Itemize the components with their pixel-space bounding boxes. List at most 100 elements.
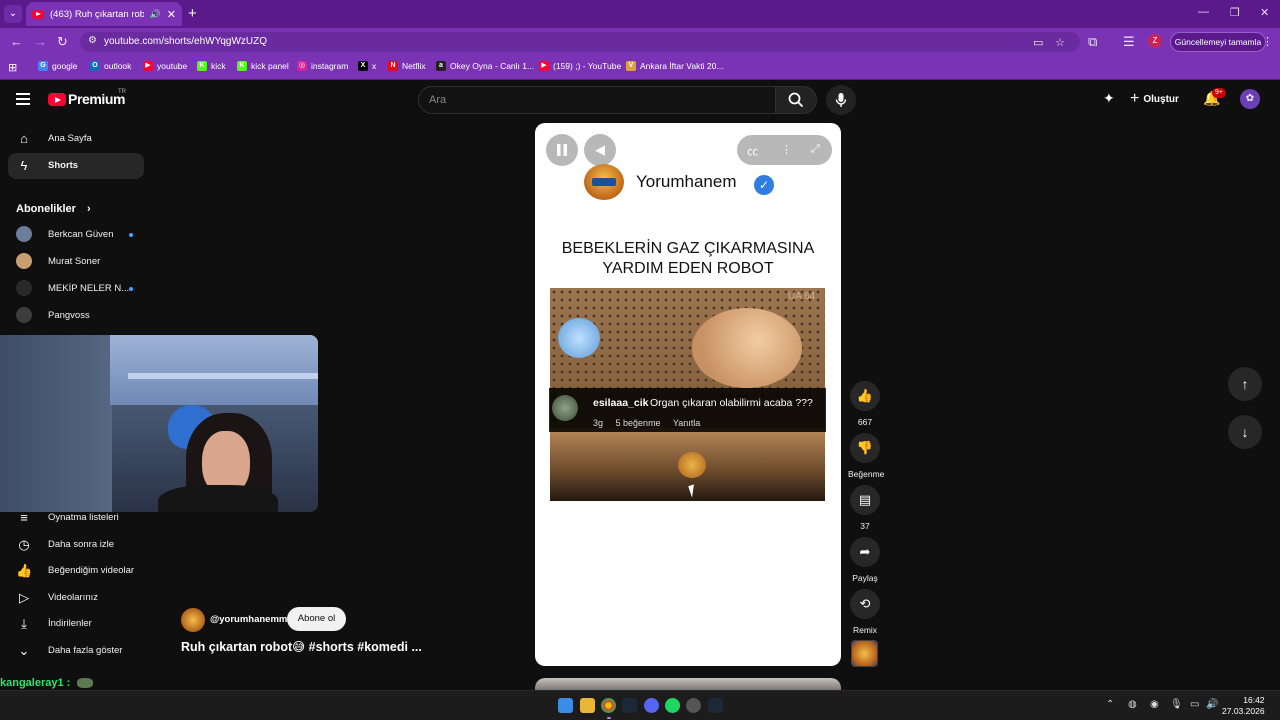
cast-icon[interactable]: ▭ xyxy=(1033,36,1043,49)
restore-icon[interactable]: ❐ xyxy=(1230,6,1240,19)
share-label: Paylaş xyxy=(852,573,878,583)
tab-search-button[interactable]: ⌄ xyxy=(4,5,22,23)
remix-action[interactable]: ⟲ Remix xyxy=(848,589,882,635)
search-placeholder: Ara xyxy=(429,94,447,106)
remix-icon[interactable]: ⟲ xyxy=(850,589,880,619)
video-title[interactable]: Ruh çıkartan robot😅 #shorts #komedi ... xyxy=(181,639,422,654)
previous-short-button[interactable]: ↑ xyxy=(1228,367,1262,401)
bookmark-favicon-icon: V xyxy=(626,61,636,71)
close-window-icon[interactable]: ✕ xyxy=(1260,6,1269,19)
search-input[interactable]: Ara xyxy=(418,86,776,114)
next-short-button[interactable]: ↓ xyxy=(1228,415,1262,449)
site-info-icon[interactable]: ⚙ xyxy=(88,35,97,46)
bookmark-item[interactable]: Ggoogle xyxy=(38,61,78,71)
sidebar-item[interactable]: 👍 Beğendiğim videolar xyxy=(8,558,144,584)
sidebar-item-home[interactable]: ⌂ Ana Sayfa xyxy=(8,126,144,152)
account-avatar[interactable]: ✿ xyxy=(1240,89,1260,109)
video-icon: ▷ xyxy=(19,589,29,605)
sidebar-subscription-item[interactable]: MEKİP NELER N... xyxy=(8,276,144,302)
reply-link[interactable]: Yanıtla xyxy=(673,418,700,428)
sidebar-item[interactable]: ⤓ İndirilenler xyxy=(8,611,144,637)
back-icon[interactable]: ← xyxy=(10,34,23,50)
speaker-icon[interactable]: 🔊 xyxy=(150,9,161,20)
sidebar-subscription-item[interactable]: Berkcan Güven xyxy=(8,222,144,248)
bookmark-item[interactable]: ▶ youtube xyxy=(143,61,187,71)
omnibox[interactable]: ⚙ youtube.com/shorts/ehWYqgWzUZQ ▭ ☆ xyxy=(80,32,1080,52)
share-icon[interactable]: ➦ xyxy=(850,537,880,567)
thumb-up-icon[interactable]: 👍 xyxy=(850,381,880,411)
channel-handle[interactable]: @yorumhanemm xyxy=(210,614,287,625)
system-clock[interactable]: 16:42 27.03.2026 xyxy=(1222,695,1265,717)
steam-icon[interactable] xyxy=(622,698,637,713)
bookmark-item[interactable]: Ooutlook xyxy=(90,61,131,71)
sidebar-subscription-item[interactable]: Murat Soner xyxy=(8,249,144,275)
next-short-preview[interactable] xyxy=(535,678,841,690)
subscribe-button[interactable]: Abone ol xyxy=(287,607,346,631)
apps-grid-icon[interactable]: ⊞ xyxy=(8,61,17,74)
sidebar-item[interactable]: ◷ Daha sonra izle xyxy=(8,532,144,558)
obs-icon[interactable] xyxy=(686,698,701,713)
sidebar-subscription-item[interactable]: Pangvoss xyxy=(8,303,144,329)
home-icon: ⌂ xyxy=(20,131,28,146)
reload-icon[interactable]: ↻ xyxy=(57,34,68,50)
search-button[interactable] xyxy=(775,86,817,114)
guide-menu-icon[interactable] xyxy=(16,93,30,105)
extensions-icon[interactable]: ⧉ xyxy=(1088,34,1097,50)
start-icon[interactable] xyxy=(558,698,573,713)
sound-thumbnail[interactable] xyxy=(851,640,878,667)
tray-overflow-icon[interactable]: ⌃ xyxy=(1106,699,1114,710)
spotify-icon[interactable] xyxy=(665,698,680,713)
sidebar-item[interactable]: ⌄ Daha fazla göster xyxy=(8,638,144,664)
chrome-icon[interactable] xyxy=(601,698,616,713)
captions-icon[interactable]: ㏄ xyxy=(747,143,758,159)
bookmark-item[interactable]: V Ankara İftar Vakti 20... xyxy=(626,61,723,71)
channel-avatar[interactable] xyxy=(181,608,205,632)
bookmark-item[interactable]: N Netflix xyxy=(388,61,426,71)
bookmark-star-icon[interactable]: ☆ xyxy=(1055,36,1065,49)
volume-button[interactable]: ◀ xyxy=(584,134,616,166)
sidebar-item-shorts[interactable]: ϟ Shorts xyxy=(8,153,144,179)
logo-text[interactable]: Premium xyxy=(68,91,126,107)
update-button[interactable]: Güncellemeyi tamamla xyxy=(1170,32,1266,52)
steam-tray-icon[interactable]: ◉ xyxy=(1150,699,1159,710)
youtube-logo-icon[interactable] xyxy=(48,93,66,106)
like-action[interactable]: 👍 667 xyxy=(848,381,882,427)
bookmark-item[interactable]: Xx xyxy=(358,61,376,71)
discord-icon[interactable] xyxy=(644,698,659,713)
comments-action[interactable]: ▤ 37 xyxy=(848,485,882,531)
subscriptions-heading[interactable]: Abonelikler › xyxy=(16,203,91,215)
bookmark-item[interactable]: Kkick xyxy=(197,61,226,71)
create-button[interactable]: + Oluştur xyxy=(1130,90,1179,108)
dislike-action[interactable]: 👎 Beğenme xyxy=(848,433,884,479)
network-icon[interactable]: ▭ xyxy=(1190,699,1199,710)
new-tab-button[interactable]: + xyxy=(188,5,197,23)
bookmark-item[interactable]: ▶ (159) ;) - YouTube xyxy=(539,61,621,71)
bookmark-item[interactable]: Kkick panel xyxy=(237,61,289,71)
microphone-tray-icon[interactable]: 🎙 xyxy=(1170,699,1183,710)
media-controls-icon[interactable]: ☰ xyxy=(1123,34,1135,50)
voice-search-button[interactable] xyxy=(826,85,856,115)
more-options-icon[interactable]: ⋮ xyxy=(781,143,792,156)
pause-button[interactable] xyxy=(546,134,578,166)
file-explorer-icon[interactable] xyxy=(580,698,595,713)
sidebar-item-label: Daha fazla göster xyxy=(48,645,123,656)
bookmark-label: instagram xyxy=(311,61,349,71)
share-action[interactable]: ➦ Paylaş xyxy=(848,537,882,583)
sidebar-item[interactable]: ▷ Videolarınız xyxy=(8,585,144,611)
gift-icon[interactable]: ✦ xyxy=(1103,90,1115,107)
volume-tray-icon[interactable]: 🔊 xyxy=(1206,699,1218,710)
forward-icon[interactable]: → xyxy=(34,34,47,50)
shorts-player[interactable]: ◀ ㏄ ⋮ ⤢ Yorumhanem ✓ BEBEKLERİN GAZ ÇIKA… xyxy=(535,123,841,666)
minimize-icon[interactable]: — xyxy=(1198,6,1209,18)
steam-icon[interactable] xyxy=(708,698,723,713)
thumb-down-icon[interactable]: 👎 xyxy=(850,433,880,463)
active-tab[interactable]: (463) Ruh çıkartan robot😅 🔊 ✕ xyxy=(26,2,182,26)
tray-app-icon[interactable]: ◍ xyxy=(1128,699,1137,710)
fullscreen-icon[interactable]: ⤢ xyxy=(811,143,820,156)
browser-menu-icon[interactable]: ⋮ xyxy=(1262,35,1273,48)
bookmark-item[interactable]: ◎ instagram xyxy=(297,61,348,71)
comment-icon[interactable]: ▤ xyxy=(850,485,880,515)
bookmark-item[interactable]: a Okey Oyna - Canlı 1... xyxy=(436,61,534,71)
close-tab-icon[interactable]: ✕ xyxy=(167,8,176,21)
profile-avatar[interactable]: Z xyxy=(1148,34,1162,48)
